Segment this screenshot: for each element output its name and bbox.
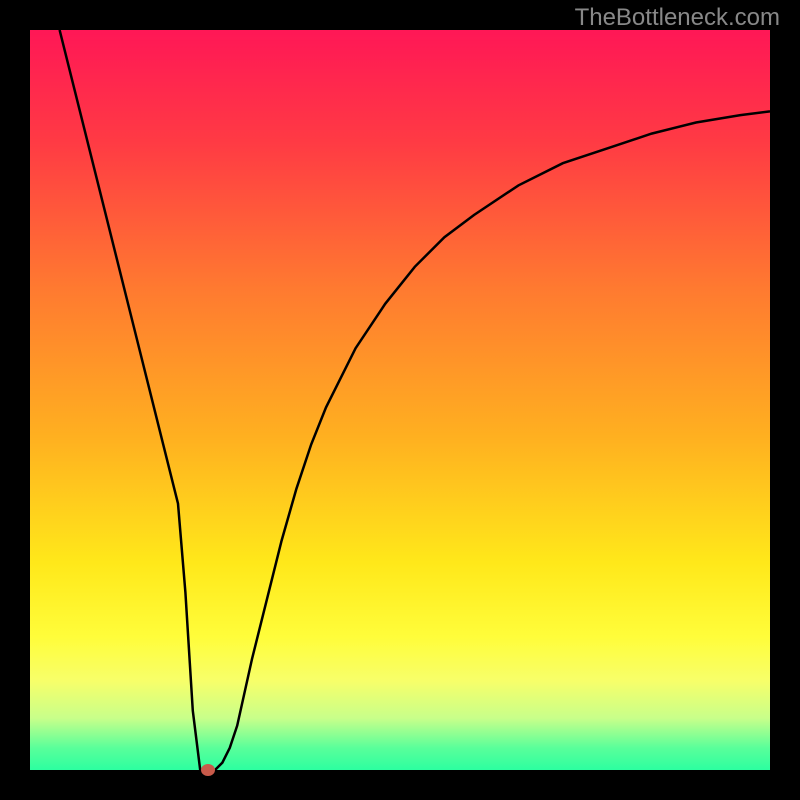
- watermark-text: TheBottleneck.com: [575, 4, 780, 32]
- chart-container: TheBottleneck.com: [0, 0, 800, 800]
- bottleneck-curve: [60, 30, 770, 770]
- optimal-point-marker: [201, 764, 215, 776]
- plot-area: [30, 30, 770, 770]
- curve-svg: [30, 30, 770, 770]
